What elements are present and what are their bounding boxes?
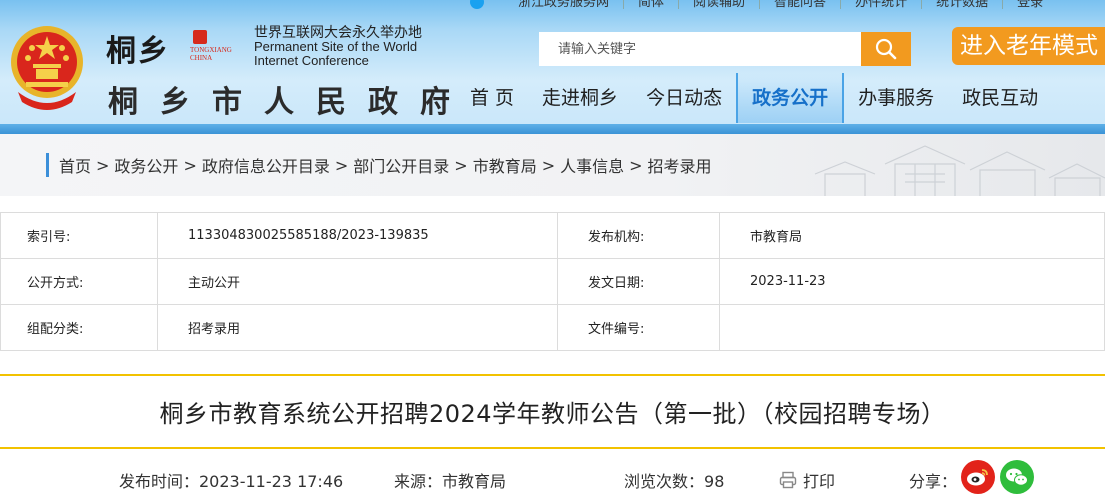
wechat-small-icon[interactable] [470,0,484,9]
print-label: 打印 [803,472,836,491]
article-title: 桐乡市教育系统公开招聘2024学年教师公告（第一批）（校园招聘专场） [159,400,946,428]
meta-value-issue-date: 2023-11-23 [719,258,1105,305]
building-decoration-icon [814,145,1105,196]
breadcrumb-separator: > [183,155,197,175]
nav-item-home[interactable]: 首 页 [456,73,528,123]
national-emblem-icon [11,26,83,110]
weibo-icon [967,469,988,486]
breadcrumb-separator: > [334,155,349,175]
top-utility-bar: 浙江政务服务网 简体 阅读辅助 智能问答 办件统计 统计数据 登录 [470,0,1105,10]
breadcrumb: 首页 > 政务公开 > 政府信息公开目录 > 部门公开目录 > 市教育局 > 人… [46,153,712,177]
nav-item-about-tongxiang[interactable]: 走进桐乡 [528,73,632,123]
search-input[interactable] [539,32,861,66]
wic-slogan-en-2: Internet Conference [254,53,369,68]
site-header: 浙江政务服务网 简体 阅读辅助 智能问答 办件统计 统计数据 登录 桐乡 TON… [0,0,1105,134]
wechat-icon [1006,468,1028,486]
share-wechat-button[interactable] [1000,460,1034,494]
topbar-link-login[interactable]: 登录 [1003,0,1057,9]
nav-item-today-news[interactable]: 今日动态 [632,73,736,123]
publish-time: 发布时间：2023-11-23 17:46 [119,472,344,491]
breadcrumb-gov-affairs[interactable]: 政务公开 [114,153,178,177]
view-count-value: 98 [704,472,725,491]
topbar-link-stats-data[interactable]: 统计数据 [922,0,1004,9]
tongxiang-logo-icon [193,30,207,44]
site-calligraphy-logo: 桐乡 [106,34,170,69]
topbar-link-simplified[interactable]: 简体 [624,0,680,9]
meta-label-disclosure: 公开方式: [0,258,158,305]
meta-value-doc-number [719,304,1105,351]
document-meta-table: 索引号: 113304830025585188/2023-139835 发布机构… [0,212,1105,351]
breadcrumb-education-bureau[interactable]: 市教育局 [473,153,537,177]
search-icon [875,38,897,60]
nav-item-interaction[interactable]: 政民互动 [948,73,1052,123]
meta-label-issue-date: 发文日期: [557,258,720,305]
main-nav: 首 页 走进桐乡 今日动态 政务公开 办事服务 政民互动 [456,73,1052,123]
nav-item-services[interactable]: 办事服务 [844,73,948,123]
wic-slogan: 世界互联网大会永久举办地 Permanent Site of the World… [254,26,422,68]
table-row: 索引号: 113304830025585188/2023-139835 发布机构… [0,212,1105,259]
breadcrumb-band: 首页 > 政务公开 > 政府信息公开目录 > 部门公开目录 > 市教育局 > 人… [0,134,1105,196]
article-source: 来源：市教育局 [394,472,507,491]
breadcrumb-separator: > [541,155,556,175]
printer-icon [779,471,797,489]
topbar-link-case-stats[interactable]: 办件统计 [841,0,923,9]
wic-slogan-cn: 世界互联网大会永久举办地 [254,25,422,41]
meta-value-index: 113304830025585188/2023-139835 [157,212,558,259]
share-weibo-button[interactable] [961,460,995,494]
meta-label-category: 组配分类: [0,304,158,351]
breadcrumb-separator: > [629,155,643,175]
print-button[interactable]: 打印 [779,468,835,492]
breadcrumb-info-catalog[interactable]: 政府信息公开目录 [202,153,330,177]
share-label: 分享： [909,472,958,491]
meta-label-index: 索引号: [0,212,158,259]
nav-item-gov-affairs[interactable]: 政务公开 [736,73,845,123]
breadcrumb-dept-catalog[interactable]: 部门公开目录 [353,153,449,177]
tongxiang-brand-text: TONGXIANG CHINA [190,46,232,62]
tongxiang-brand-mark: TONGXIANG CHINA [190,30,250,62]
elder-mode-button[interactable]: 进入老年模式 [952,27,1105,65]
view-count-label: 浏览次数： [624,472,705,491]
article-title-band: 桐乡市教育系统公开招聘2024学年教师公告（第一批）（校园招聘专场） [0,374,1105,449]
table-row: 组配分类: 招考录用 文件编号: [0,304,1105,351]
table-row: 公开方式: 主动公开 发文日期: 2023-11-23 [0,258,1105,305]
breadcrumb-recruitment[interactable]: 招考录用 [648,153,712,177]
meta-value-publisher: 市教育局 [719,212,1105,259]
breadcrumb-personnel-info[interactable]: 人事信息 [560,153,624,177]
meta-label-publisher: 发布机构: [557,212,720,259]
view-count: 浏览次数：98 [624,468,724,492]
wic-slogan-en-1: Permanent Site of the World [254,39,418,54]
meta-value-disclosure: 主动公开 [157,258,558,305]
breadcrumb-separator: > [454,155,468,175]
search-button[interactable] [861,32,911,66]
meta-value-category: 招考录用 [157,304,558,351]
government-name: 桐乡市人民政府 [108,85,472,120]
article-info-bar: 发布时间：2023-11-23 17:46 来源：市教育局 浏览次数：98 打印… [0,458,1105,498]
breadcrumb-home[interactable]: 首页 [59,153,91,177]
topbar-link-zjzwfw[interactable]: 浙江政务服务网 [504,0,625,9]
topbar-link-reading-aid[interactable]: 阅读辅助 [679,0,761,9]
breadcrumb-separator: > [96,155,110,175]
meta-label-doc-number: 文件编号: [557,304,720,351]
topbar-link-smart-qa[interactable]: 智能问答 [760,0,842,9]
search-box [539,32,911,66]
